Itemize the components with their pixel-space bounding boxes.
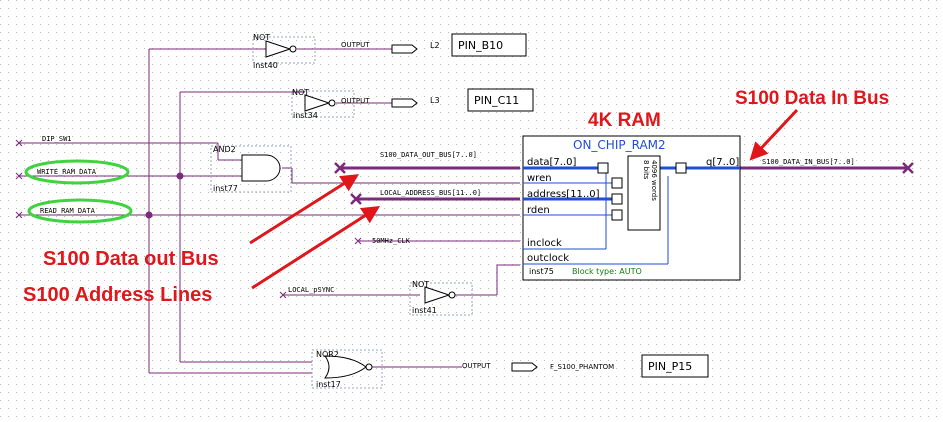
ram-bits-label: 8 bits xyxy=(642,160,650,180)
port-outclock: outclock xyxy=(527,253,569,264)
register-address xyxy=(611,193,623,205)
input-label-read: READ_RAM_DATA xyxy=(40,207,96,215)
port-inclock: inclock xyxy=(527,238,562,249)
and-symbol xyxy=(241,154,281,182)
grid-background xyxy=(0,0,943,422)
pin-name: PIN_C11 xyxy=(474,94,519,107)
port-wren: wren xyxy=(527,173,552,184)
ram-name: ON_CHIP_RAM2 xyxy=(573,138,666,152)
bus-label-address: LOCAL_ADDRESS_BUS[11..0] xyxy=(380,189,481,197)
bus-label-data-in: S100_DATA_IN_BUS[7..0] xyxy=(762,158,855,166)
gate-inst-label: inst17 xyxy=(316,380,341,389)
gate-type-label: NOR2 xyxy=(316,350,339,359)
ram-words-label: 4096 words xyxy=(650,160,658,201)
register-q xyxy=(675,162,687,174)
port-address: address[11..0] xyxy=(527,189,600,200)
gate-type-label: NOT xyxy=(292,88,309,97)
gate-inst-label: inst77 xyxy=(213,184,238,193)
input-label-clk: 50MHz_CLK xyxy=(372,237,411,245)
input-label-dip: DIP_SW1 xyxy=(42,135,72,143)
pin-io-label: OUTPUT xyxy=(341,97,370,105)
pin-arrow-shape xyxy=(391,44,418,54)
gate-inst-label: inst41 xyxy=(412,306,437,315)
gate-inst-label: inst34 xyxy=(293,111,318,120)
pin-net-label: L2 xyxy=(430,41,440,50)
gate-inst-label: inst40 xyxy=(253,61,278,70)
port-data: data[7..0] xyxy=(527,157,577,168)
schematic-canvas: NOT inst40 NOT inst34 AND2 inst77 NOT in… xyxy=(0,0,943,422)
ram-block-inst75[interactable]: ON_CHIP_RAM2 8 bits 4096 words data[7..0… xyxy=(522,135,741,281)
junction-read xyxy=(145,211,153,219)
register-data xyxy=(597,162,609,174)
pin-net-label: L3 xyxy=(430,96,440,105)
junction-write xyxy=(176,172,184,180)
not-bubble xyxy=(328,99,336,107)
port-rden: rden xyxy=(527,205,550,216)
pin-net-label: F_S100_PHANTOM xyxy=(550,363,614,371)
gate-type-label: NOT xyxy=(412,280,429,289)
pin-io-label: OUTPUT xyxy=(341,41,370,49)
input-label-psync: LOCAL_pSYNC xyxy=(288,286,334,294)
nor-bubble xyxy=(365,363,373,371)
register-wren xyxy=(611,177,623,189)
not-bubble xyxy=(289,45,297,53)
gate-type-label: NOT xyxy=(253,33,270,42)
annotation-ram-title: 4K RAM xyxy=(588,110,661,131)
bus-label-data-out: S100_DATA_OUT_BUS[7..0] xyxy=(380,151,477,159)
gate-type-label: AND2 xyxy=(213,145,236,154)
ram-inst-label: inst75 xyxy=(529,267,554,276)
pin-name: PIN_P15 xyxy=(648,360,692,373)
input-label-write: WRITE_RAM_DATA xyxy=(37,168,97,176)
annotation-data-out-bus: S100 Data out Bus xyxy=(43,248,219,270)
annotation-address-lines: S100 Address Lines xyxy=(23,284,212,306)
pin-name: PIN_B10 xyxy=(458,39,503,52)
annotation-data-in-bus: S100 Data In Bus xyxy=(735,88,889,109)
port-q: q[7..0] xyxy=(706,157,739,168)
pin-arrow-shape xyxy=(391,98,418,108)
pin-io-label: OUTPUT xyxy=(462,362,491,370)
pin-arrow-shape xyxy=(511,362,538,372)
not-bubble xyxy=(448,291,456,299)
register-rden xyxy=(611,209,623,221)
ram-block-type: Block type: AUTO xyxy=(572,267,642,276)
